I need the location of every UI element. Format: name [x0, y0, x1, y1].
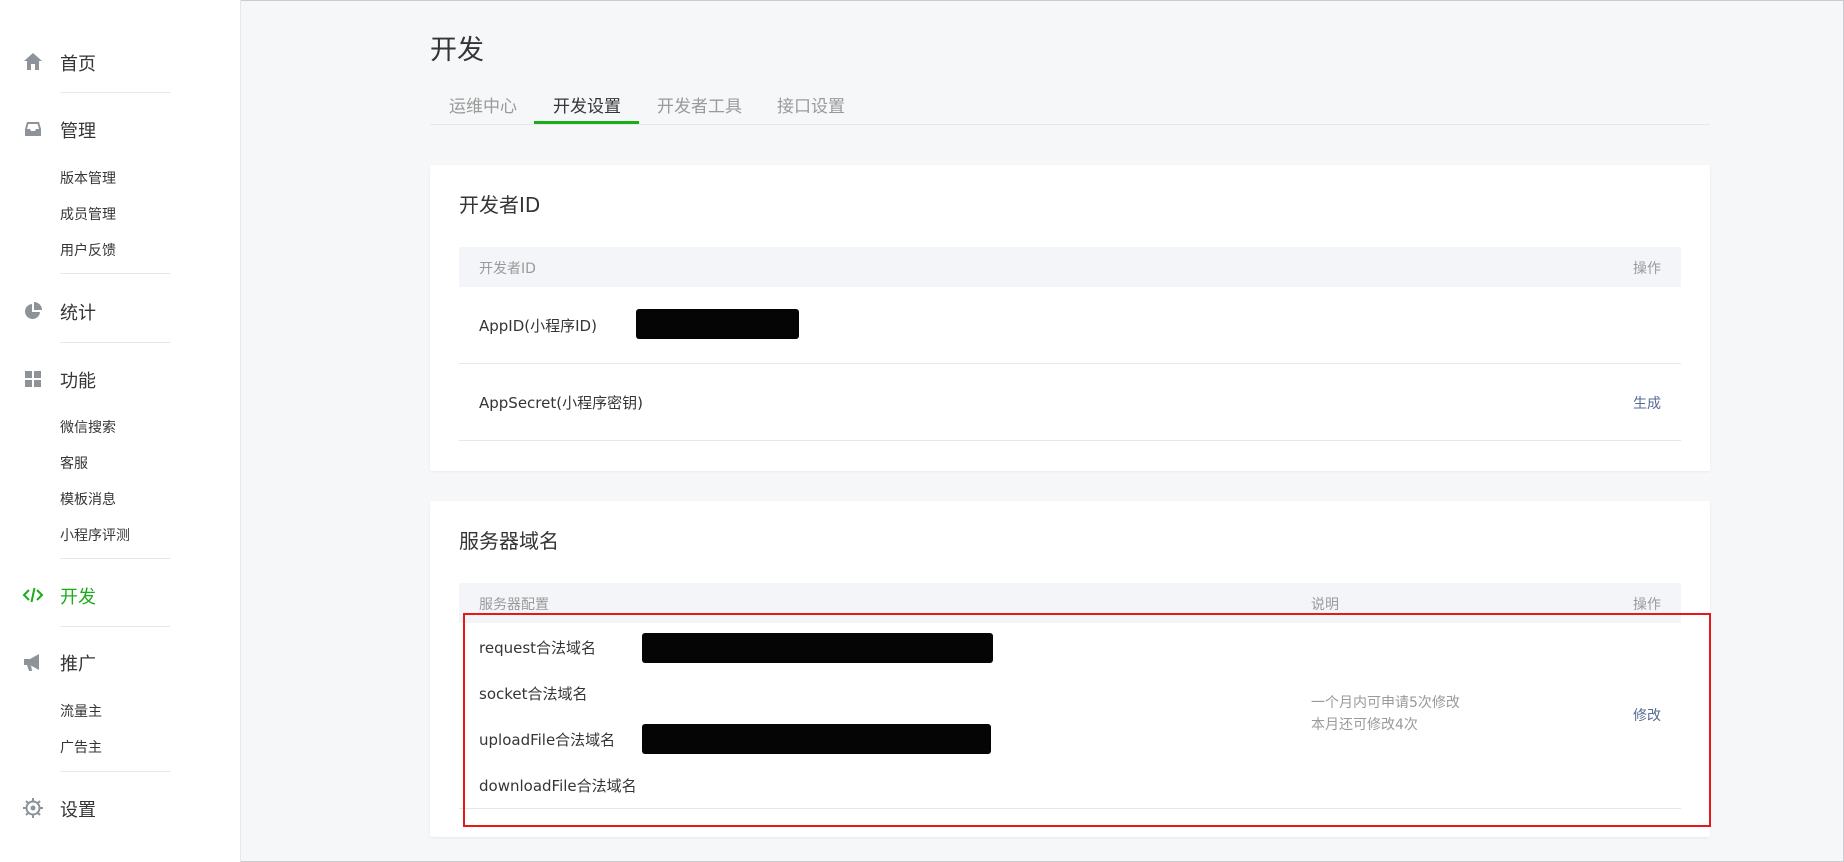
home-icon	[22, 51, 44, 73]
nav-features-label: 功能	[60, 371, 96, 392]
nav-promote[interactable]: 推广	[0, 643, 200, 679]
column-description: 说明	[1311, 597, 1339, 613]
divider	[60, 771, 170, 772]
table-row-appid: AppID(小程序ID)	[459, 287, 1681, 364]
nav-home-label: 首页	[60, 54, 96, 75]
page-title: 开发	[430, 35, 484, 66]
nav-traffic-master[interactable]: 流量主	[60, 701, 102, 721]
table-header: 开发者ID 操作	[459, 247, 1681, 287]
nav-stats[interactable]: 统计	[0, 292, 200, 328]
nav-advertiser[interactable]: 广告主	[60, 737, 102, 757]
nav-home[interactable]: 首页	[0, 43, 200, 79]
nav-customer-service[interactable]: 客服	[60, 453, 88, 473]
gear-icon	[22, 797, 44, 819]
divider	[60, 273, 170, 274]
nav-wechat-search[interactable]: 微信搜索	[60, 417, 116, 437]
pie-chart-icon	[22, 300, 44, 322]
table-row-appsecret: AppSecret(小程序密钥) 生成	[459, 364, 1681, 441]
column-developer-id: 开发者ID	[479, 261, 536, 277]
divider	[60, 342, 170, 343]
server-domain-title: 服务器域名	[459, 529, 559, 553]
tab-ops-center[interactable]: 运维中心	[449, 92, 517, 117]
grid-icon	[22, 368, 44, 390]
nav-manage-label: 管理	[60, 121, 96, 142]
highlight-box	[463, 613, 1711, 827]
appid-label: AppID(小程序ID)	[479, 317, 597, 335]
nav-settings-label: 设置	[60, 800, 96, 821]
nav-template-message[interactable]: 模板消息	[60, 489, 116, 509]
nav-features[interactable]: 功能	[0, 360, 200, 396]
nav-miniprogram-review[interactable]: 小程序评测	[60, 525, 130, 545]
megaphone-icon	[22, 651, 44, 673]
sidebar: 首页 管理 版本管理 成员管理 用户反馈 统计 功能 微信搜索 客服 模板消息 …	[0, 0, 241, 862]
nav-develop[interactable]: 开发	[0, 576, 200, 612]
appid-value-redacted	[636, 309, 799, 339]
inbox-icon	[22, 118, 44, 140]
nav-stats-label: 统计	[60, 303, 96, 324]
nav-settings[interactable]: 设置	[0, 789, 200, 825]
tab-dev-tools[interactable]: 开发者工具	[657, 92, 742, 117]
generate-secret-link[interactable]: 生成	[1633, 393, 1661, 413]
code-icon	[22, 584, 44, 606]
column-action: 操作	[1633, 261, 1661, 277]
tab-bar: 运维中心 开发设置 开发者工具 接口设置	[430, 86, 1710, 125]
developer-id-title: 开发者ID	[459, 193, 541, 217]
nav-promote-label: 推广	[60, 654, 96, 675]
divider	[60, 626, 170, 627]
nav-member-manage[interactable]: 成员管理	[60, 204, 116, 224]
divider	[60, 558, 170, 559]
nav-user-feedback[interactable]: 用户反馈	[60, 240, 116, 260]
active-tab-indicator	[534, 121, 639, 124]
appsecret-label: AppSecret(小程序密钥)	[479, 394, 643, 412]
nav-manage[interactable]: 管理	[0, 110, 200, 146]
column-server-config: 服务器配置	[479, 597, 549, 613]
nav-develop-label: 开发	[60, 587, 96, 608]
column-action: 操作	[1633, 597, 1661, 613]
tab-api-settings[interactable]: 接口设置	[777, 92, 845, 117]
tab-dev-settings[interactable]: 开发设置	[553, 92, 621, 117]
developer-id-card: 开发者ID 开发者ID 操作 AppID(小程序ID) AppSecret(小程…	[430, 165, 1710, 471]
divider	[60, 92, 170, 93]
nav-version-manage[interactable]: 版本管理	[60, 168, 116, 188]
